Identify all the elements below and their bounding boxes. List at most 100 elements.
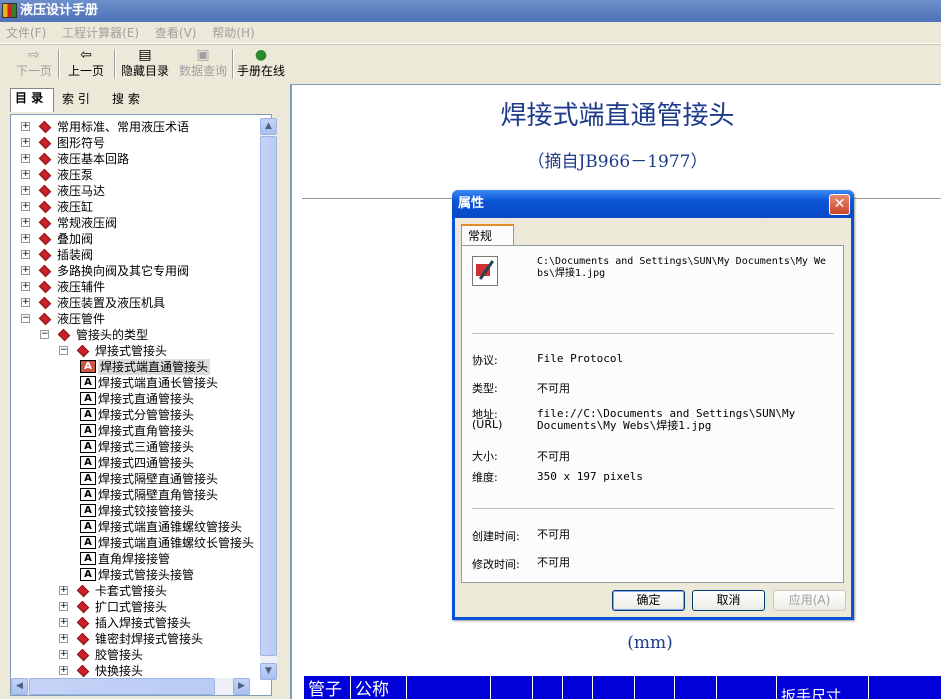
collapse-icon[interactable]: − <box>59 346 68 355</box>
expand-icon[interactable]: + <box>59 634 68 643</box>
tree-item-label: 液压管件 <box>57 312 106 326</box>
collapse-icon[interactable]: − <box>40 330 49 339</box>
expand-icon[interactable]: + <box>21 266 30 275</box>
expand-icon[interactable]: + <box>21 170 30 179</box>
tab-index[interactable]: 索 引 <box>58 90 106 110</box>
tree-item[interactable]: − 液压管件 <box>11 311 261 327</box>
tree-item[interactable]: A 焊接式隔壁直通管接头 <box>11 471 261 487</box>
tree-item[interactable]: + 叠加阀 <box>11 231 261 247</box>
tree-item-label: 焊接式管接头接管 <box>98 568 195 582</box>
tree-item[interactable]: A 焊接式端直通管接头 <box>11 359 261 375</box>
expand-icon[interactable]: + <box>59 602 68 611</box>
tree-item-label: 胶管接头 <box>95 648 144 662</box>
hide-toc-button[interactable]: ▤ 隐藏目录 <box>120 47 170 81</box>
expand-icon[interactable]: + <box>59 666 68 675</box>
collapse-icon[interactable]: − <box>21 314 30 323</box>
tree-item[interactable]: A 焊接式直通管接头 <box>11 391 261 407</box>
prev-page-button[interactable]: ⇦ 上一页 <box>64 47 108 81</box>
tree-item-label: 叠加阀 <box>57 232 94 246</box>
tree-item[interactable]: + 胶管接头 <box>11 647 261 663</box>
tree-item[interactable]: + 多路换向阀及其它专用阀 <box>11 263 261 279</box>
tree-item[interactable]: + 液压马达 <box>11 183 261 199</box>
spec-table-header: 管子 公称 扳手尺寸 <box>304 676 941 699</box>
menu-file[interactable]: 文件(F) <box>6 26 46 40</box>
dialog-title-bar[interactable]: 属性 ✕ <box>452 190 854 218</box>
scroll-right-icon[interactable]: ▶ <box>233 678 250 695</box>
tree-item[interactable]: + 锥密封焊接式管接头 <box>11 631 261 647</box>
expand-icon[interactable]: + <box>21 218 30 227</box>
scroll-thumb[interactable] <box>260 136 277 656</box>
next-page-button[interactable]: ⇨ 下一页 <box>14 47 54 81</box>
tree-item-label: 插入焊接式管接头 <box>95 616 192 630</box>
tree-item[interactable]: A 焊接式三通管接头 <box>11 439 261 455</box>
tree-item[interactable]: + 液压缸 <box>11 199 261 215</box>
expand-icon[interactable]: + <box>21 154 30 163</box>
expand-icon[interactable]: + <box>21 138 30 147</box>
tree-item[interactable]: + 液压装置及液压机具 <box>11 295 261 311</box>
tree-item[interactable]: + 扩口式管接头 <box>11 599 261 615</box>
tree-item[interactable]: A 焊接式铰接管接头 <box>11 503 261 519</box>
tree-item[interactable]: + 液压泵 <box>11 167 261 183</box>
apply-button[interactable]: 应用(A) <box>773 590 846 611</box>
expand-icon[interactable]: + <box>21 282 30 291</box>
tree-item[interactable]: − 焊接式管接头 <box>11 343 261 359</box>
scroll-left-icon[interactable]: ◀ <box>11 678 28 695</box>
scroll-up-icon[interactable]: ▲ <box>260 118 277 135</box>
url-label: (URL) <box>472 418 503 431</box>
book-icon <box>76 632 90 646</box>
tree-item[interactable]: A 焊接式端直通锥螺纹管接头 <box>11 519 261 535</box>
menu-help[interactable]: 帮助(H) <box>212 26 254 40</box>
expand-icon[interactable]: + <box>21 186 30 195</box>
tree-item[interactable]: − 管接头的类型 <box>11 327 261 343</box>
tree-horizontal-scrollbar[interactable]: ◀ ▶ <box>11 678 250 695</box>
tree-item[interactable]: + 常规液压阀 <box>11 215 261 231</box>
tree-item[interactable]: A 焊接式端直通锥螺纹长管接头 <box>11 535 261 551</box>
tree-item-label: 焊接式端直通长管接头 <box>98 376 219 390</box>
page-icon: A <box>80 392 96 405</box>
tree-item[interactable]: A 焊接式四通管接头 <box>11 455 261 471</box>
tree-item[interactable]: A 焊接式隔壁直角管接头 <box>11 487 261 503</box>
close-icon[interactable]: ✕ <box>829 194 850 215</box>
tree-item[interactable]: + 插装阀 <box>11 247 261 263</box>
scroll-down-icon[interactable]: ▼ <box>260 663 277 680</box>
ok-button[interactable]: 确定 <box>612 590 685 611</box>
tree-vertical-scrollbar[interactable]: ▲ ▼ <box>260 118 277 680</box>
table-header-cell: 公称 <box>350 676 406 699</box>
tree-item[interactable]: + 卡套式管接头 <box>11 583 261 599</box>
expand-icon[interactable]: + <box>59 650 68 659</box>
tab-search[interactable]: 搜 索 <box>108 90 156 110</box>
tree-item-label: 焊接式隔壁直角管接头 <box>98 488 219 502</box>
hscroll-thumb[interactable] <box>29 678 215 695</box>
general-panel: C:\Documents and Settings\SUN\My Documen… <box>461 245 844 583</box>
tree-item[interactable]: A 焊接式直角管接头 <box>11 423 261 439</box>
tree-item[interactable]: A 焊接式分管管接头 <box>11 407 261 423</box>
tree-item[interactable]: A 焊接式端直通长管接头 <box>11 375 261 391</box>
tab-contents[interactable]: 目 录 <box>10 88 54 112</box>
tree-item[interactable]: + 常用标准、常用液压术语 <box>11 119 261 135</box>
data-query-button[interactable]: ▣ 数据查询 <box>176 47 230 81</box>
cancel-button[interactable]: 取消 <box>692 590 765 611</box>
expand-icon[interactable]: + <box>21 250 30 259</box>
book-icon <box>38 184 52 198</box>
expand-icon[interactable]: + <box>59 618 68 627</box>
expand-icon[interactable]: + <box>21 234 30 243</box>
tree-item[interactable]: A 焊接式管接头接管 <box>11 567 261 583</box>
menu-calculator[interactable]: 工程计算器(E) <box>62 26 139 40</box>
page-icon: A <box>80 488 96 501</box>
tree-item[interactable]: + 液压基本回路 <box>11 151 261 167</box>
expand-icon[interactable]: + <box>21 202 30 211</box>
tree-item[interactable]: + 快换接头 <box>11 663 261 679</box>
dimensions-label: 维度: <box>472 471 498 484</box>
tree-item-label: 快换接头 <box>95 664 144 678</box>
tree-item[interactable]: + 插入焊接式管接头 <box>11 615 261 631</box>
tree-item[interactable]: A 直角焊接接管 <box>11 551 261 567</box>
page-subtitle: （摘自JB966－1977） <box>527 152 708 172</box>
menu-view[interactable]: 查看(V) <box>155 26 197 40</box>
online-manual-button[interactable]: ● 手册在线 <box>236 47 286 81</box>
tab-general[interactable]: 常规 <box>461 224 514 246</box>
expand-icon[interactable]: + <box>21 122 30 131</box>
tree-item[interactable]: + 图形符号 <box>11 135 261 151</box>
tree-item[interactable]: + 液压辅件 <box>11 279 261 295</box>
expand-icon[interactable]: + <box>21 298 30 307</box>
expand-icon[interactable]: + <box>59 586 68 595</box>
